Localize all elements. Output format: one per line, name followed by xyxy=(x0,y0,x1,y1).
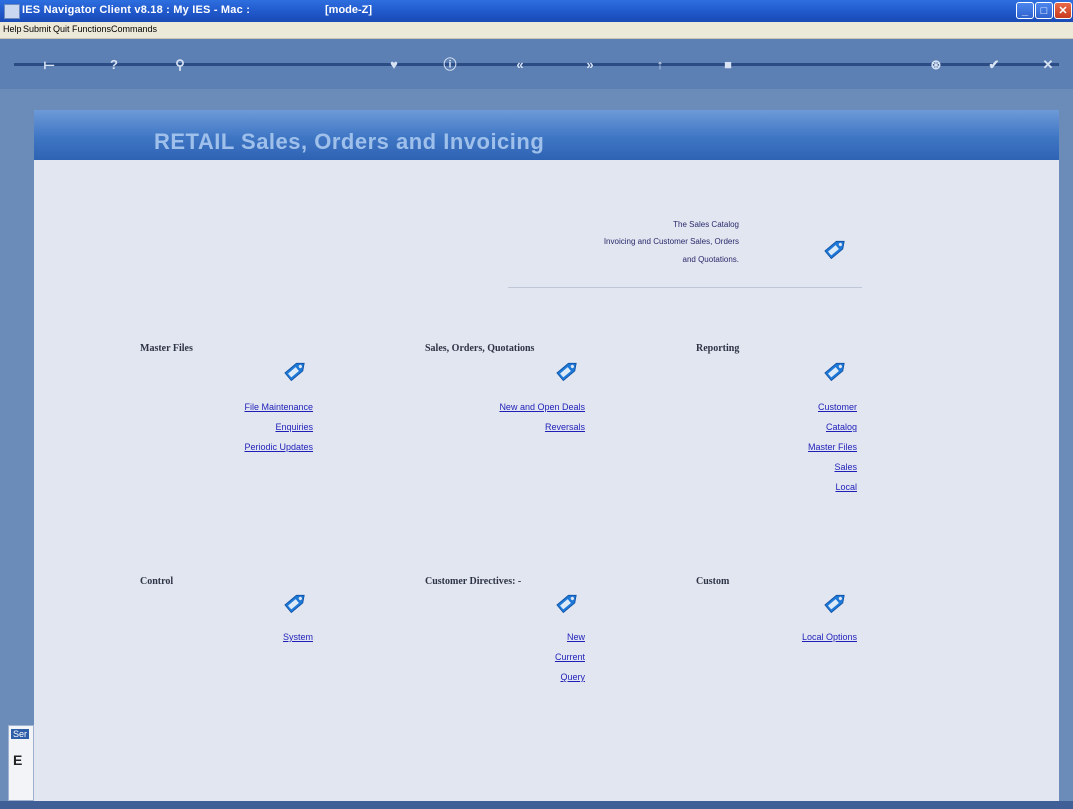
section-title-sales-orders: Sales, Orders, Quotations xyxy=(425,343,535,354)
mode-indicator: [mode-Z] xyxy=(325,4,373,16)
status-bar xyxy=(0,801,1073,809)
main-panel: RETAIL Sales, Orders and Invoicing The S… xyxy=(34,110,1059,801)
menu-bar: Help Submit Quit Functions Commands xyxy=(0,22,1073,39)
sale-tag-icon[interactable] xyxy=(280,356,310,386)
maximize-button[interactable]: □ xyxy=(1035,2,1053,19)
sale-tag-icon[interactable] xyxy=(820,234,850,264)
page-title: RETAIL Sales, Orders and Invoicing xyxy=(154,129,545,154)
minimize-button[interactable]: _ xyxy=(1016,2,1034,19)
window-title-bar: IES Navigator Client v8.18 : My IES - Ma… xyxy=(0,0,1073,22)
intro-line-2: Invoicing and Customer Sales, Orders xyxy=(603,237,739,246)
left-frame xyxy=(0,89,34,801)
toolbar: ⟝ ? ⚲ ♥ ⓘ « » ↑ ■ ⊛ ✔ ✕ xyxy=(0,39,1073,89)
section-title-customer-directives: Customer Directives: - xyxy=(425,576,522,587)
window-title: IES Navigator Client v8.18 : My IES - Ma… xyxy=(22,4,251,16)
section-title-custom: Custom xyxy=(696,576,730,587)
right-frame xyxy=(1059,89,1073,801)
settings-icon[interactable]: ⊛ xyxy=(926,55,946,75)
link-local[interactable]: Local xyxy=(835,482,857,492)
forward-icon[interactable]: » xyxy=(580,55,600,75)
menu-submit[interactable]: Submit xyxy=(23,24,51,34)
link-master-files[interactable]: Master Files xyxy=(808,442,857,452)
search-icon[interactable]: ⚲ xyxy=(170,55,190,75)
link-current[interactable]: Current xyxy=(555,652,585,662)
link-enquiries[interactable]: Enquiries xyxy=(275,422,313,432)
link-sales[interactable]: Sales xyxy=(834,462,857,472)
menu-commands[interactable]: Commands xyxy=(111,24,157,34)
link-new-and-open-deals[interactable]: New and Open Deals xyxy=(499,402,585,412)
up-icon[interactable]: ↑ xyxy=(650,55,670,75)
info-icon[interactable]: ⓘ xyxy=(440,55,460,75)
sale-tag-icon[interactable] xyxy=(820,356,850,386)
link-customer[interactable]: Customer xyxy=(818,402,857,412)
intro-line-3: and Quotations. xyxy=(682,255,739,264)
app-icon xyxy=(4,4,20,19)
close-window-button[interactable]: ✕ xyxy=(1054,2,1072,19)
page-banner: RETAIL Sales, Orders and Invoicing xyxy=(34,110,1059,160)
link-periodic-updates[interactable]: Periodic Updates xyxy=(244,442,313,452)
help-icon[interactable]: ? xyxy=(104,55,124,75)
stop-icon[interactable]: ■ xyxy=(718,55,738,75)
section-title-master-files: Master Files xyxy=(140,343,193,354)
close-icon[interactable]: ✕ xyxy=(1038,55,1058,75)
favorite-icon[interactable]: ♥ xyxy=(384,55,404,75)
section-title-control: Control xyxy=(140,576,174,587)
sale-tag-icon[interactable] xyxy=(552,356,582,386)
sale-tag-icon[interactable] xyxy=(552,588,582,618)
link-query[interactable]: Query xyxy=(560,672,585,682)
link-system[interactable]: System xyxy=(283,632,313,642)
menu-quit[interactable]: Quit xyxy=(53,24,70,34)
link-catalog[interactable]: Catalog xyxy=(826,422,857,432)
menu-help[interactable]: Help xyxy=(3,24,22,34)
side-tab-value: E xyxy=(13,752,23,768)
link-file-maintenance[interactable]: File Maintenance xyxy=(244,402,313,412)
intro-line-1: The Sales Catalog xyxy=(673,220,739,229)
sale-tag-icon[interactable] xyxy=(280,588,310,618)
section-title-reporting: Reporting xyxy=(696,343,740,354)
confirm-icon[interactable]: ✔ xyxy=(984,55,1004,75)
back-icon[interactable]: « xyxy=(510,55,530,75)
home-icon[interactable]: ⟝ xyxy=(34,55,64,75)
side-tab-label: Ser xyxy=(11,729,30,739)
side-panel-tab[interactable]: Ser E xyxy=(8,725,34,801)
menu-functions[interactable]: Functions xyxy=(72,24,111,34)
sale-tag-icon[interactable] xyxy=(820,588,850,618)
link-reversals[interactable]: Reversals xyxy=(545,422,585,432)
link-local-options[interactable]: Local Options xyxy=(802,632,857,642)
intro-divider xyxy=(508,287,862,288)
link-new[interactable]: New xyxy=(567,632,585,642)
